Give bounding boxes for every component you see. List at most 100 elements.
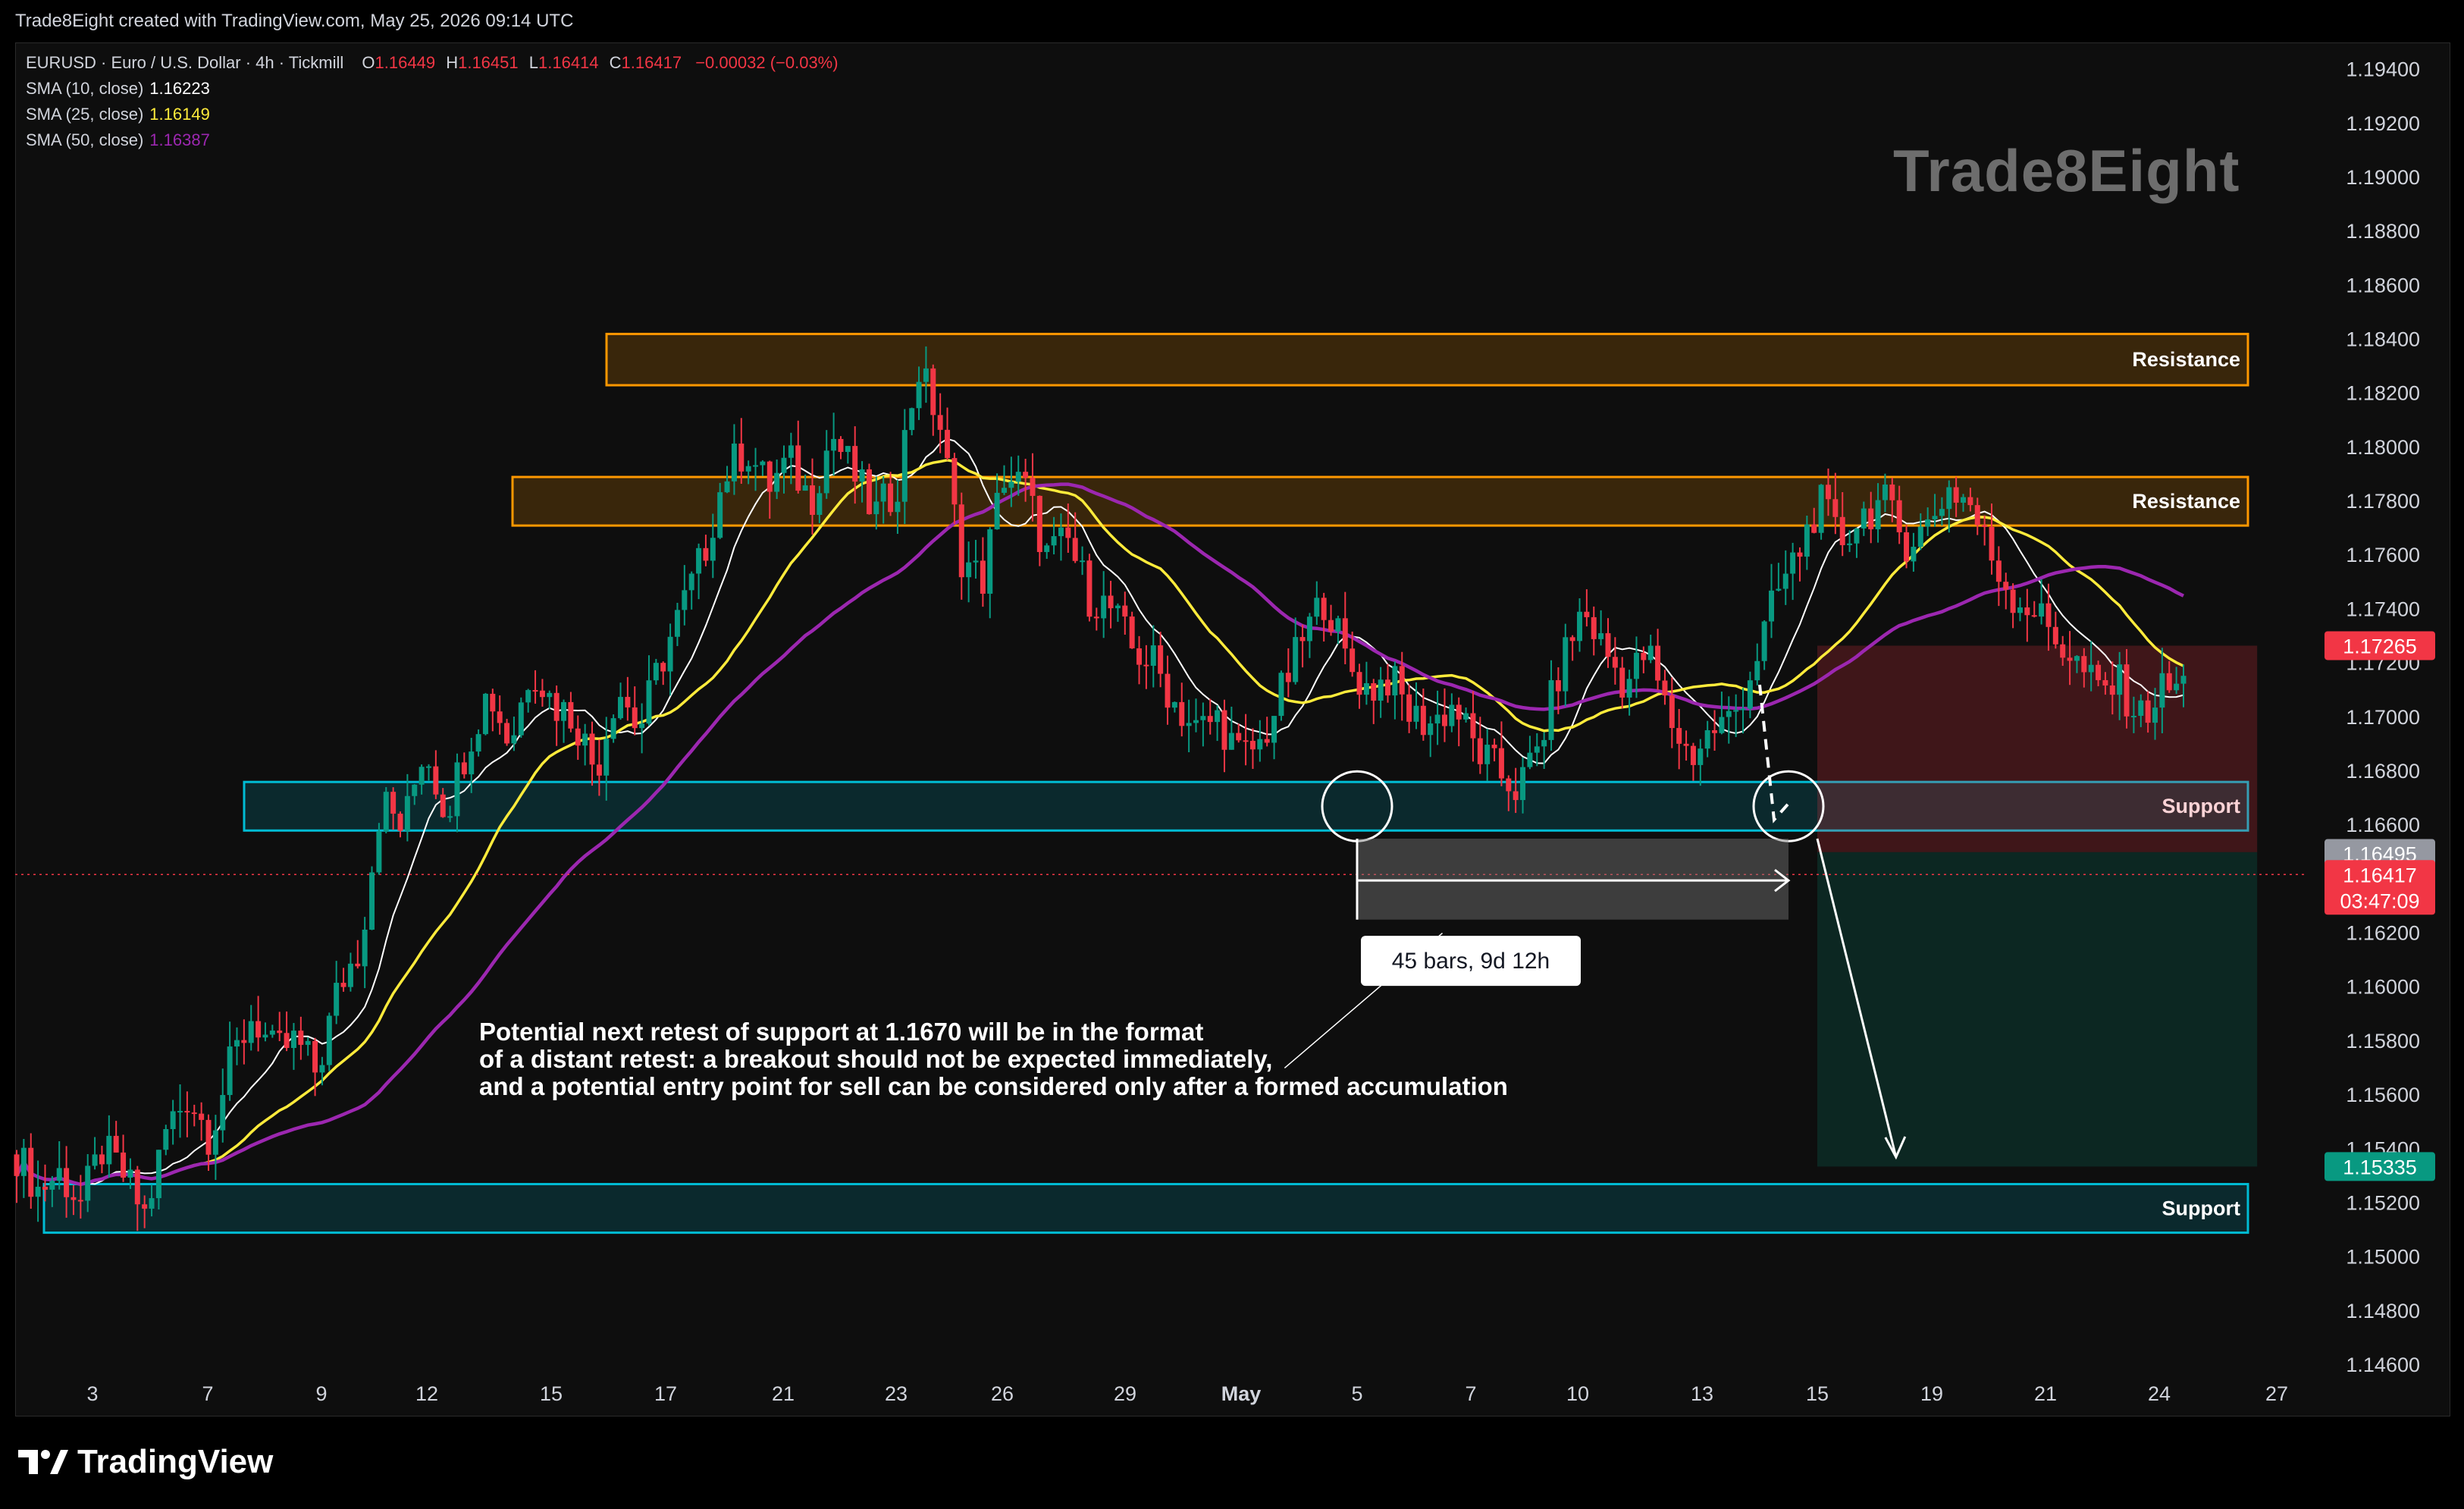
candle — [1129, 616, 1135, 649]
tradingview-logo[interactable]: TradingView — [18, 1443, 273, 1481]
sma10-value: 1.16223 — [149, 79, 210, 98]
resistance-label-2: Resistance — [2132, 490, 2240, 513]
candle — [1293, 637, 1299, 682]
candle — [2102, 679, 2108, 685]
candle — [269, 1031, 275, 1035]
candle — [1030, 477, 1036, 496]
candle — [2138, 700, 2144, 717]
candle — [1747, 680, 1753, 709]
candle — [667, 636, 673, 672]
candle — [2180, 676, 2187, 684]
candle — [1441, 714, 1447, 726]
candle — [1193, 720, 1199, 723]
candle — [1527, 752, 1533, 767]
candle — [945, 429, 951, 459]
candle — [1953, 487, 1959, 503]
candle — [1797, 552, 1803, 557]
candle — [1683, 743, 1689, 746]
candle — [2152, 707, 2158, 723]
candle — [1108, 595, 1114, 609]
candle — [1555, 680, 1561, 692]
candle — [582, 733, 588, 746]
candle — [64, 1168, 70, 1197]
candle — [177, 1111, 183, 1113]
candle — [866, 469, 872, 515]
candle — [454, 762, 460, 817]
x-tick-label: 21 — [2034, 1382, 2057, 1405]
candle — [149, 1198, 155, 1209]
candle — [880, 483, 886, 502]
annotation-line-2: of a distant retest: a breakout should n… — [479, 1045, 1272, 1073]
candle — [1655, 645, 1661, 681]
candle — [1449, 704, 1455, 726]
candle — [1818, 485, 1824, 533]
support-label-4: Support — [2162, 1197, 2240, 1220]
candle — [547, 692, 553, 698]
candle — [127, 1169, 133, 1178]
close-value: 1.16417 — [621, 53, 682, 72]
candle — [347, 963, 353, 987]
candle — [525, 690, 531, 703]
candle — [362, 930, 368, 967]
candle — [504, 723, 510, 744]
candle — [1122, 605, 1128, 617]
candle — [589, 733, 595, 765]
candle — [1065, 527, 1071, 538]
candle — [163, 1128, 169, 1150]
candle — [1782, 573, 1788, 589]
candle — [696, 547, 702, 574]
sma10-legend[interactable]: SMA (10, close) 1.16223 — [26, 79, 210, 99]
candle — [1477, 738, 1483, 764]
symbol-legend[interactable]: EURUSD · Euro / U.S. Dollar · 4h · Tickm… — [26, 53, 839, 73]
candle — [2166, 673, 2172, 691]
candle — [1363, 682, 1369, 695]
candle — [155, 1150, 161, 1199]
candle — [1158, 645, 1164, 674]
candle — [660, 663, 666, 672]
y-tick-label: 1.15000 — [2346, 1246, 2420, 1269]
y-tick-label: 1.17600 — [2346, 544, 2420, 566]
candle — [1854, 528, 1860, 544]
price-chart[interactable]: ResistanceResistanceSupportSupport 45 ba… — [0, 0, 2464, 1509]
candle — [1995, 560, 2002, 582]
candle — [2045, 603, 2052, 627]
candle — [1456, 704, 1462, 720]
author-watermark: Trade8Eight — [1893, 137, 2240, 204]
candle — [1470, 713, 1476, 739]
candle — [951, 458, 958, 505]
candle — [1328, 620, 1334, 632]
candle — [85, 1165, 91, 1201]
sma50-legend[interactable]: SMA (50, close) 1.16387 — [26, 130, 210, 150]
x-tick-label: 5 — [1351, 1382, 1362, 1405]
sma25-legend[interactable]: SMA (25, close) 1.16149 — [26, 105, 210, 124]
candle — [1350, 648, 1356, 673]
candle — [511, 735, 517, 744]
candle — [412, 784, 418, 796]
candle — [710, 538, 716, 561]
candle — [440, 794, 446, 817]
y-tick-label: 1.15800 — [2346, 1030, 2420, 1053]
candle — [1420, 705, 1426, 736]
candle — [1832, 499, 1839, 517]
y-tick-label: 1.17000 — [2346, 706, 2420, 729]
candle — [1577, 611, 1583, 642]
candle — [1136, 648, 1143, 665]
candle — [966, 562, 972, 578]
candle — [1086, 560, 1092, 617]
candle — [2031, 615, 2037, 617]
candle — [617, 697, 623, 719]
candle — [1889, 484, 1895, 500]
candle — [290, 1031, 296, 1049]
x-tick-label: 12 — [415, 1382, 438, 1405]
candle — [490, 693, 496, 712]
x-tick-label: 7 — [1465, 1382, 1476, 1405]
candle — [1967, 497, 1973, 506]
candle — [766, 461, 773, 492]
candle — [1961, 497, 1967, 503]
candle — [1598, 633, 1604, 639]
high-label: H — [446, 53, 459, 72]
candle — [1484, 745, 1491, 764]
price-badge-value: 1.17265 — [2343, 635, 2417, 657]
candle — [1548, 680, 1554, 740]
candle — [1385, 679, 1391, 696]
